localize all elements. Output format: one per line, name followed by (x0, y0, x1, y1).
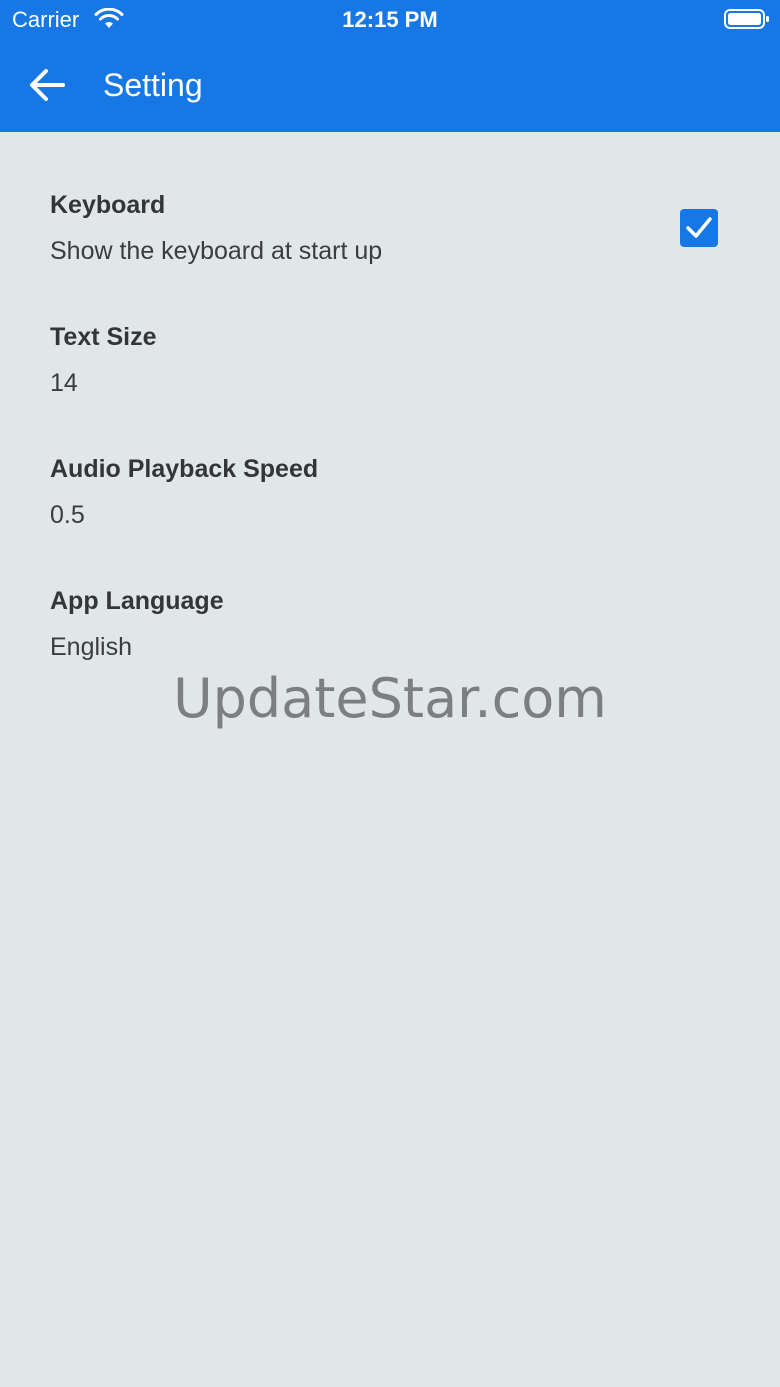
text-size-value: 14 (50, 369, 78, 397)
text-size-setting-row[interactable]: Text Size 14 (50, 322, 730, 398)
keyboard-checkbox[interactable] (680, 209, 718, 247)
status-time: 12:15 PM (342, 7, 438, 32)
text-size-label: Text Size (50, 323, 157, 351)
battery-icon (724, 9, 769, 29)
keyboard-label: Keyboard (50, 191, 166, 219)
audio-speed-setting-row[interactable]: Audio Playback Speed 0.5 (50, 454, 730, 530)
page-title: Setting (103, 67, 203, 103)
checkmark-icon (686, 217, 712, 238)
app-language-setting-row[interactable]: App Language English (50, 586, 730, 662)
audio-speed-label: Audio Playback Speed (50, 455, 319, 483)
back-arrow-icon[interactable] (28, 66, 66, 104)
app-language-label: App Language (50, 587, 224, 615)
audio-speed-value: 0.5 (50, 501, 85, 529)
keyboard-description: Show the keyboard at start up (50, 237, 383, 265)
app-header: Carrier 12:15 PM Setting (0, 0, 780, 132)
keyboard-setting-row[interactable]: Keyboard Show the keyboard at start up (50, 190, 730, 266)
watermark: UpdateStar.com (173, 667, 607, 730)
app-language-value: English (50, 633, 132, 661)
